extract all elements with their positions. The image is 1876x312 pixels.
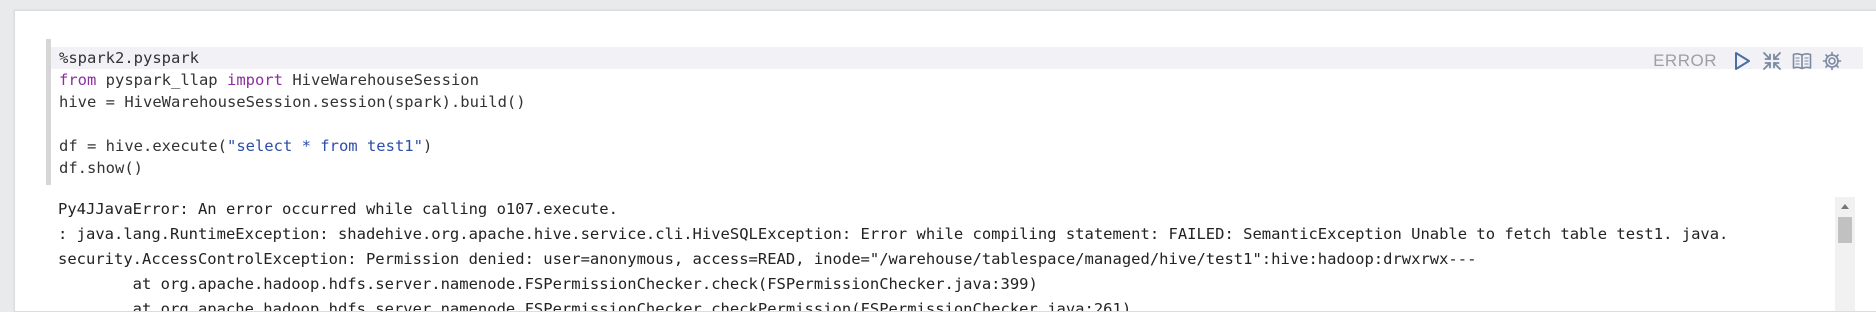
code-line: df = hive.execute("select * from test1") bbox=[59, 137, 433, 155]
code-line: df.show() bbox=[59, 159, 143, 177]
output-line: at org.apache.hadoop.hdfs.server.namenod… bbox=[58, 275, 1038, 293]
code-content[interactable]: %spark2.pyspark from pyspark_llap import … bbox=[59, 47, 526, 179]
paragraph-status: ERROR bbox=[1653, 51, 1717, 70]
notebook-paragraph: %spark2.pyspark from pyspark_llap import … bbox=[14, 10, 1876, 312]
collapse-icon[interactable] bbox=[1761, 50, 1783, 72]
error-output: Py4JJavaError: An error occurred while c… bbox=[58, 197, 1728, 311]
output-scrollbar[interactable] bbox=[1835, 197, 1855, 311]
scroll-thumb[interactable] bbox=[1838, 217, 1852, 243]
scroll-up-arrow-icon[interactable] bbox=[1835, 197, 1855, 215]
code-line: hive = HiveWarehouseSession.session(spar… bbox=[59, 93, 526, 111]
paragraph-controls: ERROR bbox=[1653, 49, 1843, 73]
output-line: at org.apache.hadoop.hdfs.server.namenod… bbox=[58, 300, 1132, 311]
code-line: %spark2.pyspark bbox=[59, 49, 199, 67]
code-line: from pyspark_llap import HiveWarehouseSe… bbox=[59, 71, 479, 89]
play-icon[interactable] bbox=[1731, 50, 1753, 72]
gear-icon[interactable] bbox=[1821, 50, 1843, 72]
paragraph-output: Py4JJavaError: An error occurred while c… bbox=[41, 191, 1828, 311]
output-line: : java.lang.RuntimeException: shadehive.… bbox=[58, 225, 1729, 243]
output-line: security.AccessControlException: Permiss… bbox=[58, 250, 1477, 268]
code-editor[interactable]: %spark2.pyspark from pyspark_llap import … bbox=[46, 39, 1863, 185]
output-line: Py4JJavaError: An error occurred while c… bbox=[58, 200, 618, 218]
book-icon[interactable] bbox=[1791, 50, 1813, 72]
